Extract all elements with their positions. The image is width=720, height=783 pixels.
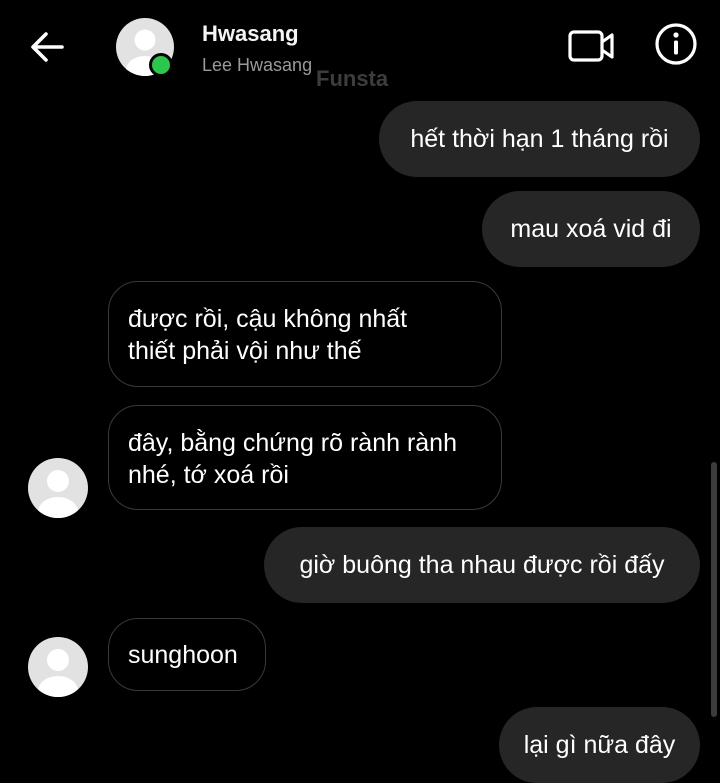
video-call-button[interactable] (566, 26, 616, 66)
received-message[interactable]: đây, bằng chứng rõ rành rành nhé, tớ xoá… (108, 405, 502, 510)
contact-name[interactable]: Hwasang (202, 21, 299, 47)
chat-header: Hwasang Lee Hwasang Funsta (0, 0, 720, 95)
message-text: lại gì nữa đây (523, 731, 676, 759)
video-camera-icon (568, 30, 614, 62)
sent-message[interactable]: giờ buông tha nhau được rồi đấy (264, 527, 700, 603)
message-text: sunghoon (128, 640, 238, 669)
message-text-line: thiết phải vội như thế (128, 337, 362, 365)
received-message[interactable]: sunghoon (108, 618, 266, 691)
sender-avatar[interactable] (28, 458, 88, 518)
conversation-info-button[interactable] (653, 21, 699, 67)
sent-message[interactable]: mau xoá vid đi (482, 191, 700, 267)
arrow-left-icon (31, 32, 64, 62)
message-text: giờ buông tha nhau được rồi đấy (299, 551, 665, 579)
scrollbar[interactable] (711, 462, 717, 717)
message-text-line: nhé, tớ xoá rồi (128, 461, 289, 489)
watermark-text: Funsta (316, 66, 389, 91)
received-message[interactable]: được rồi, cậu không nhất thiết phải vội … (108, 281, 502, 387)
back-button[interactable] (26, 26, 68, 68)
message-text: mau xoá vid đi (510, 215, 672, 243)
sent-message[interactable]: lại gì nữa đây (499, 707, 700, 783)
message-text-line: đây, bằng chứng rõ rành rành (128, 429, 457, 457)
message-text-line: được rồi, cậu không nhất (128, 305, 408, 333)
default-avatar-icon (38, 470, 78, 518)
sender-avatar[interactable] (28, 637, 88, 697)
sent-message[interactable]: hết thời hạn 1 tháng rồi (379, 101, 700, 177)
default-avatar-icon (38, 649, 78, 697)
online-status-indicator (149, 53, 173, 77)
info-icon (655, 23, 697, 65)
contact-username[interactable]: Lee Hwasang (202, 55, 312, 76)
message-text: hết thời hạn 1 tháng rồi (410, 125, 669, 153)
